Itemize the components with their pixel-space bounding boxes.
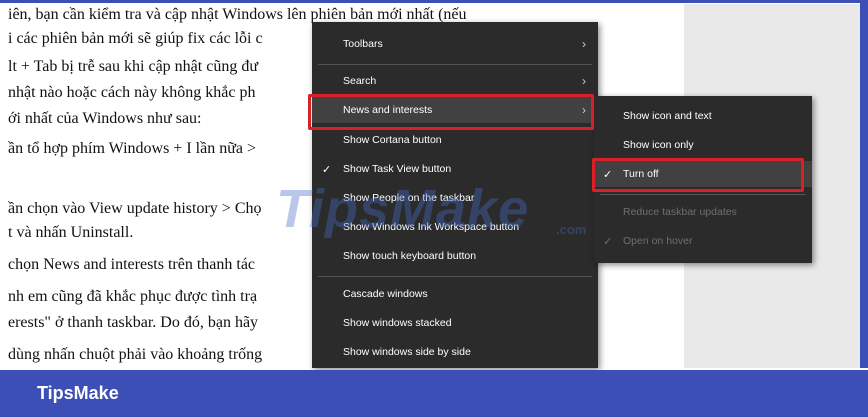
menu-item-show-windows-side-by-side[interactable]: Show windows side by side [312,339,598,365]
doc-line: lt + Tab bị trễ sau khi cập nhật cũng đư [8,58,258,75]
doc-line: t và nhấn Uninstall. [8,224,134,241]
submenu-item-label: Reduce taskbar updates [623,206,737,218]
menu-item-label: Toolbars [343,38,383,50]
menu-item-label: Search [343,75,377,87]
doc-line: i các phiên bản mới sẽ giúp fix các lỗi … [8,30,263,47]
menu-item-search[interactable]: Search › [312,68,598,94]
menu-item-show-windows-stacked[interactable]: Show windows stacked [312,310,598,336]
menu-item-show-cortana-button[interactable]: Show Cortana button [312,127,598,153]
highlight-box-news-and-interests [308,94,594,130]
menu-item-show-touch-keyboard[interactable]: Show touch keyboard button [312,243,598,269]
doc-line: ần tổ hợp phím Windows + I lần nữa > [8,140,256,157]
submenu-item-show-icon-only[interactable]: Show icon only [594,132,812,158]
frame-border-top [0,0,868,3]
menu-separator [600,194,806,195]
menu-item-label: Cascade windows [343,288,428,300]
watermark-suffix: .com [556,222,587,237]
submenu-item-label: Show icon and text [623,110,712,122]
doc-line: nhật nào hoặc cách này không khắc ph [8,84,256,101]
menu-item-label: Show Task View button [343,163,452,175]
menu-separator [318,64,592,65]
submenu-item-label: Show icon only [623,139,694,151]
watermark-logo: TipsMake [276,179,530,239]
menu-item-label: Show Cortana button [343,134,442,146]
doc-line: dùng nhấn chuột phải vào khoảng trống [8,346,263,363]
frame-border-right [860,0,868,368]
chevron-right-icon: › [582,74,586,88]
doc-line: chọn News and interests trên thanh tác [8,256,256,273]
menu-separator [318,276,592,277]
highlight-box-turn-off [592,158,804,192]
doc-line: ần chọn vào View update history > Chọ [8,200,262,217]
doc-line: ới nhất của Windows như sau: [8,110,202,127]
footer-bar: TipsMake [0,370,868,417]
submenu-item-open-on-hover[interactable]: ✓ Open on hover [594,228,812,254]
chevron-right-icon: › [582,37,586,51]
footer-brand: TipsMake [37,383,119,403]
doc-line: nh em cũng đã khắc phục được tình trạ [8,288,258,305]
screenshot-frame: iên, bạn cần kiểm tra và cập nhật Window… [0,0,868,417]
submenu-item-show-icon-and-text[interactable]: Show icon and text [594,103,812,129]
doc-line: erests" ở thanh taskbar. Do đó, bạn hãy [8,314,259,331]
menu-item-cascade-windows[interactable]: Cascade windows [312,281,598,307]
menu-item-label: Show touch keyboard button [343,250,477,262]
checkmark-icon: ✓ [603,235,613,248]
menu-item-toolbars[interactable]: Toolbars › [312,31,598,57]
menu-item-label: Show windows side by side [343,346,471,358]
menu-item-label: Show windows stacked [343,317,452,329]
checkmark-icon: ✓ [322,163,332,176]
submenu-item-label: Open on hover [623,235,693,247]
submenu-item-reduce-taskbar-updates[interactable]: Reduce taskbar updates [594,199,812,225]
